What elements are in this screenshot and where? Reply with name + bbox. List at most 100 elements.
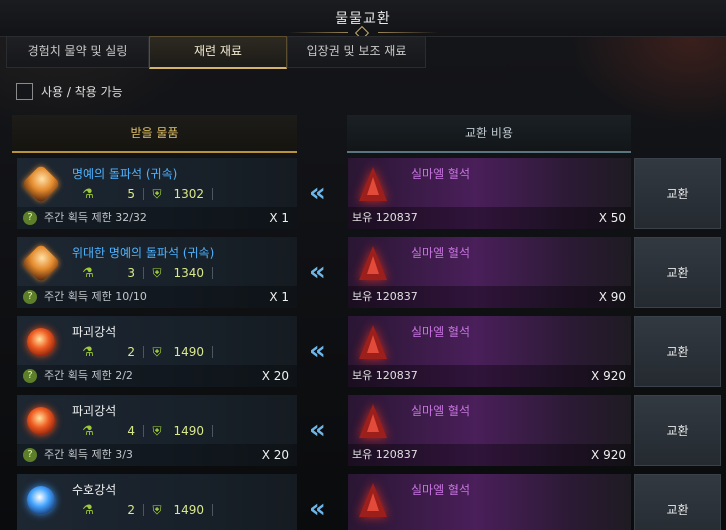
helmet-icon: ⛨ [152,344,162,359]
cost-item[interactable]: 실마엘 혈석 보유 120837 X 50 [348,158,631,229]
double-chevron-left-icon: « [309,415,326,445]
item-score: 1490 [173,424,204,438]
exchange-row: 파괴강석 ⚗ 4 ⛨ 1490 ? 주간 획득 제한 3/3 X 20 « 실마… [0,395,726,466]
question-icon[interactable]: ? [23,290,37,304]
flask-icon: ⚗ [82,423,94,439]
item-level: 3 [127,266,135,280]
owned-count: 보유 120837 [352,290,418,303]
weekly-limit: 주간 획득 제한 2/2 [44,369,133,382]
reward-item[interactable]: 위대한 명예의 돌파석 (귀속) ⚗ 3 ⛨ 1340 ? 주간 획득 제한 1… [17,237,297,308]
item-quantity: X 1 [269,290,289,304]
weekly-limit: 주간 획득 제한 10/10 [44,290,147,303]
reward-item[interactable]: 수호강석 ⚗ 2 ⛨ 1490 [17,474,297,530]
cost-item[interactable]: 실마엘 혈석 보유 120837 X 920 [348,316,631,387]
owned-count: 보유 120837 [352,369,418,382]
item-name: 파괴강석 [72,404,117,418]
item-level: 5 [127,187,135,201]
double-chevron-left-icon: « [309,257,326,287]
owned-count: 보유 120837 [352,448,418,461]
helmet-icon: ⛨ [152,265,162,280]
reward-item[interactable]: 명예의 돌파석 (귀속) ⚗ 5 ⛨ 1302 ? 주간 획득 제한 32/32… [17,158,297,229]
exchange-button[interactable]: 교환 [634,395,721,466]
helmet-icon: ⛨ [152,186,162,201]
exchange-button[interactable]: 교환 [634,474,721,530]
weekly-limit: 주간 획득 제한 32/32 [44,211,147,224]
exchange-row: 위대한 명예의 돌파석 (귀속) ⚗ 3 ⛨ 1340 ? 주간 획득 제한 1… [0,237,726,308]
gold-crystal-icon [21,164,61,204]
item-quantity: X 20 [261,448,289,462]
item-level: 2 [127,345,135,359]
weekly-limit: 주간 획득 제한 3/3 [44,448,133,461]
cost-quantity: X 920 [591,369,626,383]
item-score: 1490 [173,503,204,517]
usable-filter-label: 사용 / 착용 가능 [41,84,123,99]
cost-item[interactable]: 실마엘 혈석 보유 120837 X 90 [348,237,631,308]
cost-name: 실마엘 혈석 [411,404,471,418]
cost-quantity: X 920 [591,448,626,462]
item-level: 2 [127,503,135,517]
tab-tickets-materials[interactable]: 입장권 및 보조 재료 [287,36,426,68]
item-stats: ⚗ 3 ⛨ 1340 [81,265,219,281]
cost-quantity: X 90 [598,290,626,304]
exchange-row: 수호강석 ⚗ 2 ⛨ 1490 « 실마엘 혈석 교환 [0,474,726,530]
item-name: 명예의 돌파석 (귀속) [72,167,178,181]
question-icon[interactable]: ? [23,448,37,462]
tab-refine-materials[interactable]: 재련 재료 [149,36,287,69]
question-icon[interactable]: ? [23,211,37,225]
cost-name: 실마엘 혈석 [411,483,471,497]
red-crystal-icon [354,399,392,443]
red-stone-icon [23,403,59,439]
item-score: 1302 [173,187,204,201]
gold-crystal-icon [21,243,61,283]
item-stats: ⚗ 4 ⛨ 1490 [81,423,219,439]
tab-exp-potions[interactable]: 경험치 물약 및 실링 [6,36,149,68]
cost-name: 실마엘 혈석 [411,325,471,339]
item-name: 위대한 명예의 돌파석 (귀속) [72,246,215,260]
exchange-row: 파괴강석 ⚗ 2 ⛨ 1490 ? 주간 획득 제한 2/2 X 20 « 실마… [0,316,726,387]
item-stats: ⚗ 5 ⛨ 1302 [81,186,219,202]
title-bar: 물물교환 [0,0,726,41]
flask-icon: ⚗ [82,186,94,202]
reward-item[interactable]: 파괴강석 ⚗ 4 ⛨ 1490 ? 주간 획득 제한 3/3 X 20 [17,395,297,466]
flask-icon: ⚗ [82,344,94,360]
cost-name: 실마엘 혈석 [411,167,471,181]
usable-filter[interactable]: 사용 / 착용 가능 [16,80,123,102]
window-title: 물물교환 [335,11,391,27]
helmet-icon: ⛨ [152,502,162,517]
item-quantity: X 20 [261,369,289,383]
red-crystal-icon [354,478,392,522]
item-name: 파괴강석 [72,325,117,339]
red-crystal-icon [354,162,392,206]
red-stone-icon [23,324,59,360]
double-chevron-left-icon: « [309,494,326,524]
red-crystal-icon [354,241,392,285]
flask-icon: ⚗ [82,502,94,518]
item-quantity: X 1 [269,211,289,225]
cost-name: 실마엘 혈석 [411,246,471,260]
usable-checkbox[interactable] [16,82,33,100]
item-stats: ⚗ 2 ⛨ 1490 [81,502,219,518]
item-score: 1490 [173,345,204,359]
cost-item[interactable]: 실마엘 혈석 보유 120837 X 920 [348,395,631,466]
item-stats: ⚗ 2 ⛨ 1490 [81,344,219,360]
cost-item[interactable]: 실마엘 혈석 [348,474,631,530]
helmet-icon: ⛨ [152,423,162,438]
exchange-button[interactable]: 교환 [634,158,721,229]
item-name: 수호강석 [72,483,117,497]
double-chevron-left-icon: « [309,336,326,366]
receive-header: 받을 물품 [12,115,297,153]
red-crystal-icon [354,320,392,364]
owned-count: 보유 120837 [352,211,418,224]
exchange-button[interactable]: 교환 [634,237,721,308]
blue-stone-icon [23,482,59,518]
reward-item[interactable]: 파괴강석 ⚗ 2 ⛨ 1490 ? 주간 획득 제한 2/2 X 20 [17,316,297,387]
exchange-row: 명예의 돌파석 (귀속) ⚗ 5 ⛨ 1302 ? 주간 획득 제한 32/32… [0,158,726,229]
cost-quantity: X 50 [598,211,626,225]
exchange-button[interactable]: 교환 [634,316,721,387]
flask-icon: ⚗ [82,265,94,281]
double-chevron-left-icon: « [309,178,326,208]
cost-header: 교환 비용 [347,115,631,153]
question-icon[interactable]: ? [23,369,37,383]
item-level: 4 [127,424,135,438]
item-score: 1340 [173,266,204,280]
